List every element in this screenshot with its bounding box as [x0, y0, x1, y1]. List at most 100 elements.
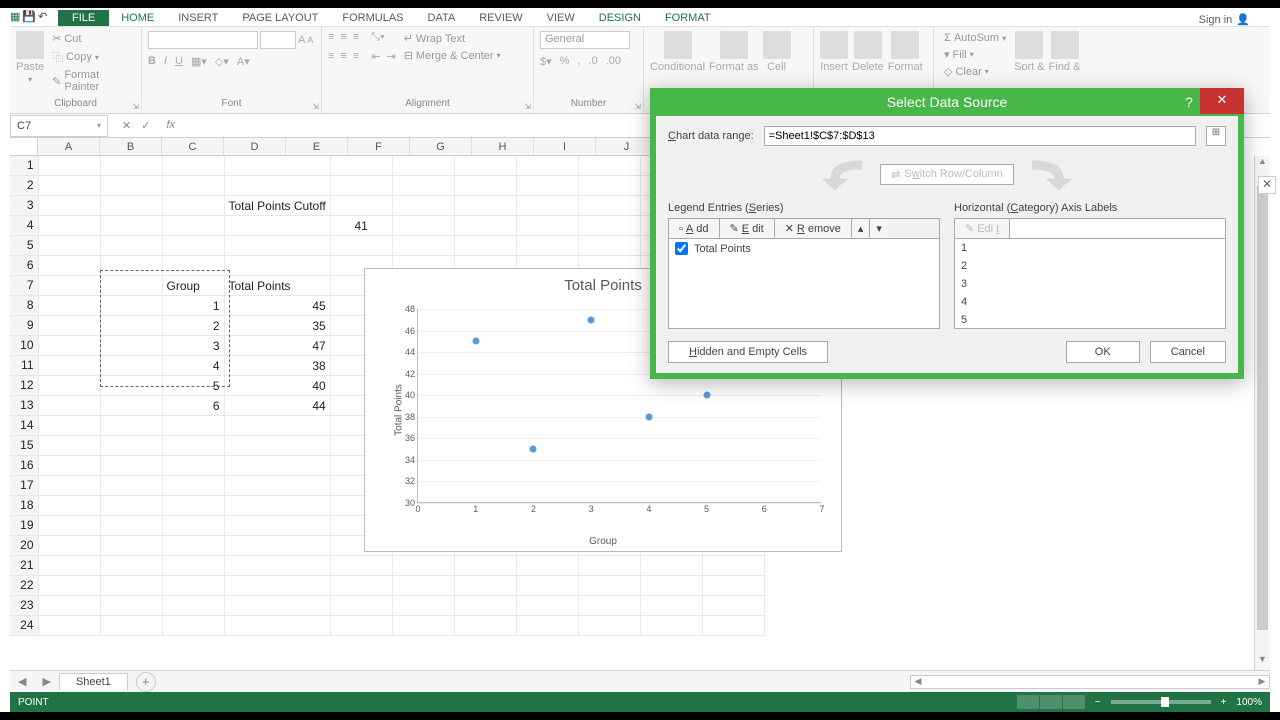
- tab-design[interactable]: DESIGN: [587, 10, 653, 26]
- cell[interactable]: [162, 456, 224, 476]
- cell[interactable]: [640, 596, 702, 616]
- cell[interactable]: [640, 556, 702, 576]
- sheet-nav-prev-icon[interactable]: ◀: [10, 675, 34, 688]
- undo-icon[interactable]: ↶: [38, 10, 47, 23]
- cell[interactable]: [224, 216, 330, 236]
- font-size-combo[interactable]: [260, 31, 296, 49]
- cell[interactable]: [392, 596, 454, 616]
- row-header-21[interactable]: 21: [10, 556, 38, 576]
- cell[interactable]: [100, 476, 162, 496]
- cell[interactable]: [38, 556, 100, 576]
- cell[interactable]: [578, 556, 640, 576]
- row-header-20[interactable]: 20: [10, 536, 38, 556]
- cell[interactable]: [100, 416, 162, 436]
- category-list-item[interactable]: 4: [955, 293, 1225, 311]
- cell[interactable]: [100, 276, 162, 296]
- cell[interactable]: [224, 416, 330, 436]
- cell[interactable]: [454, 576, 516, 596]
- cell-styles-button[interactable]: Cell: [763, 31, 791, 73]
- dialog-help-button[interactable]: ?: [1176, 94, 1202, 110]
- format-as-table-button[interactable]: Format as: [709, 31, 759, 73]
- clear-button[interactable]: ◇Clear▾: [940, 64, 1010, 79]
- row-header-22[interactable]: 22: [10, 576, 38, 596]
- tab-format[interactable]: FORMAT: [653, 10, 723, 26]
- cell[interactable]: [578, 176, 640, 196]
- cell[interactable]: [640, 576, 702, 596]
- cut-button[interactable]: ✂Cut: [48, 31, 135, 46]
- cell[interactable]: [162, 496, 224, 516]
- col-header-D[interactable]: D: [224, 138, 286, 156]
- dialog-title-bar[interactable]: Select Data Source ? ✕: [656, 94, 1238, 116]
- cell[interactable]: [162, 536, 224, 556]
- cell[interactable]: [392, 616, 454, 636]
- cell[interactable]: [330, 616, 392, 636]
- cell[interactable]: [454, 556, 516, 576]
- underline-button[interactable]: U: [175, 55, 183, 68]
- cell[interactable]: [162, 156, 224, 176]
- row-header-8[interactable]: 8: [10, 296, 38, 316]
- row-header-15[interactable]: 15: [10, 436, 38, 456]
- row-header-13[interactable]: 13: [10, 396, 38, 416]
- category-list-item[interactable]: 3: [955, 275, 1225, 293]
- cell[interactable]: [516, 576, 578, 596]
- cell[interactable]: [330, 576, 392, 596]
- cell[interactable]: [224, 556, 330, 576]
- row-header-11[interactable]: 11: [10, 356, 38, 376]
- cell[interactable]: [224, 476, 330, 496]
- series-move-up-button[interactable]: ▴: [852, 219, 871, 238]
- sheet-tab-sheet1[interactable]: Sheet1: [59, 673, 128, 690]
- cell[interactable]: [392, 576, 454, 596]
- cell[interactable]: [516, 196, 578, 216]
- tab-page-layout[interactable]: PAGE LAYOUT: [230, 10, 330, 26]
- cell[interactable]: 4: [162, 356, 224, 376]
- cell[interactable]: [38, 336, 100, 356]
- cell[interactable]: [702, 596, 764, 616]
- select-all-triangle[interactable]: [10, 138, 38, 156]
- row-header-18[interactable]: 18: [10, 496, 38, 516]
- horizontal-scrollbar[interactable]: ◀ ▶: [910, 675, 1270, 689]
- cell[interactable]: Total Points: [224, 276, 330, 296]
- cell[interactable]: [100, 576, 162, 596]
- cell[interactable]: [224, 576, 330, 596]
- cell[interactable]: [38, 156, 100, 176]
- format-painter-button[interactable]: ✎Format Painter: [48, 68, 135, 94]
- cell[interactable]: [392, 216, 454, 236]
- cell[interactable]: 44: [224, 396, 330, 416]
- name-box[interactable]: C7▾: [10, 115, 108, 137]
- cell[interactable]: [224, 236, 330, 256]
- cell[interactable]: [224, 176, 330, 196]
- tab-view[interactable]: VIEW: [535, 10, 587, 26]
- page-layout-view-icon[interactable]: [1040, 695, 1062, 709]
- axis-edit-button[interactable]: ✎Edit: [955, 219, 1010, 238]
- cell[interactable]: [330, 196, 392, 216]
- row-header-24[interactable]: 24: [10, 616, 38, 636]
- autosum-button[interactable]: ΣAutoSum▾: [940, 31, 1010, 45]
- cell[interactable]: [330, 176, 392, 196]
- cell[interactable]: [516, 596, 578, 616]
- col-header-H[interactable]: H: [472, 138, 534, 156]
- cell[interactable]: 45: [224, 296, 330, 316]
- cell[interactable]: [640, 616, 702, 636]
- cell[interactable]: [578, 616, 640, 636]
- row-header-5[interactable]: 5: [10, 236, 38, 256]
- zoom-out-icon[interactable]: −: [1095, 697, 1101, 708]
- scroll-up-icon[interactable]: ▲: [1255, 156, 1270, 172]
- row-header-19[interactable]: 19: [10, 516, 38, 536]
- cell[interactable]: [38, 216, 100, 236]
- row-header-9[interactable]: 9: [10, 316, 38, 336]
- cell[interactable]: [578, 216, 640, 236]
- cell[interactable]: [516, 236, 578, 256]
- cell[interactable]: [162, 196, 224, 216]
- cell[interactable]: [578, 576, 640, 596]
- cell[interactable]: [100, 556, 162, 576]
- chart-data-range-input[interactable]: [764, 126, 1196, 146]
- cell[interactable]: [330, 556, 392, 576]
- number-format-combo[interactable]: General: [540, 31, 630, 49]
- cell[interactable]: [162, 436, 224, 456]
- cell[interactable]: [392, 196, 454, 216]
- vertical-scrollbar[interactable]: ▲ ▼: [1254, 156, 1270, 670]
- cell[interactable]: [224, 496, 330, 516]
- series-list[interactable]: Total Points: [668, 239, 940, 329]
- cell[interactable]: [38, 316, 100, 336]
- cell[interactable]: [100, 616, 162, 636]
